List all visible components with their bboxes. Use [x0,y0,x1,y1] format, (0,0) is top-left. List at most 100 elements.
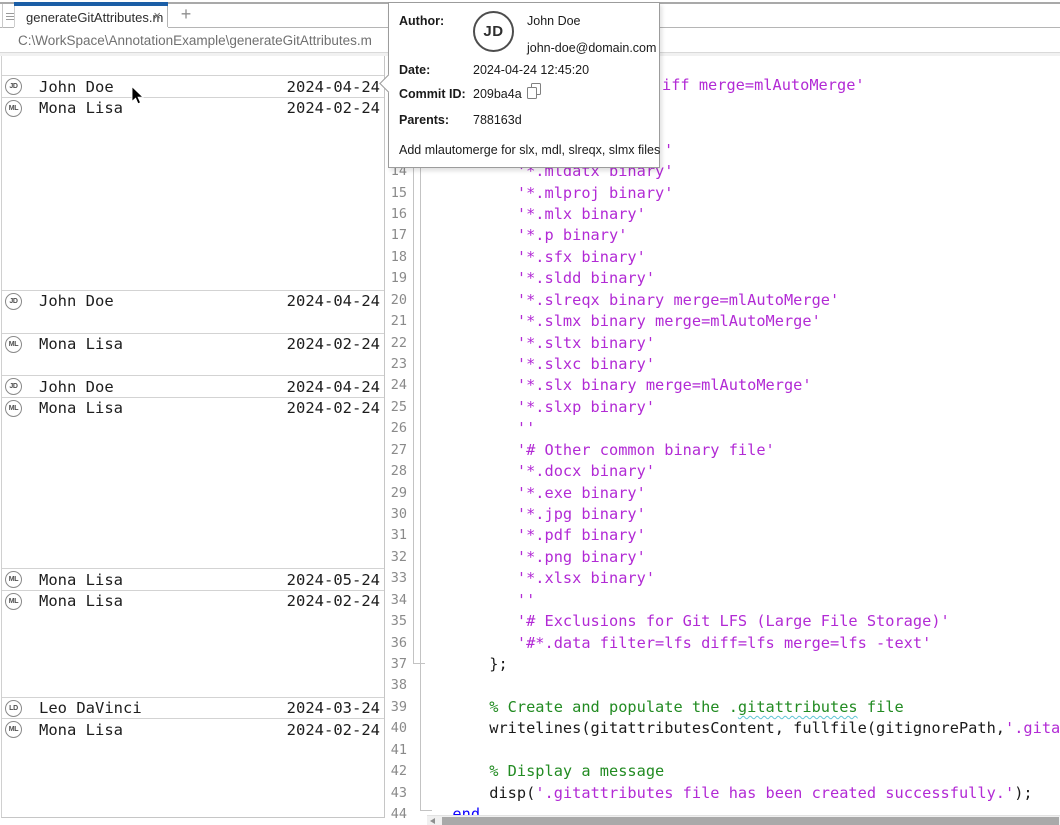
blame-row[interactable]: MLMona Lisa2024-05-24 [2,568,384,590]
code-line[interactable]: '*.slreqx binary merge=mlAutoMerge' [434,290,839,311]
blame-commit-date: 2024-05-24 [287,571,380,589]
line-number[interactable]: 25 [386,397,407,418]
blame-commit-date: 2024-02-24 [287,721,380,739]
code-line[interactable]: % Create and populate the .gitattributes… [434,697,904,718]
copy-commit-id-icon[interactable] [527,83,542,99]
blame-row[interactable]: JDJohn Doe2024-04-24 [2,375,384,397]
blame-row[interactable]: JDJohn Doe2024-04-24 [2,290,384,312]
commit-id-value: 209ba4a [473,87,522,101]
line-number[interactable]: 34 [386,590,407,611]
code-line[interactable]: '*.sfx binary' [434,247,646,268]
blame-author-name: Mona Lisa [39,399,123,417]
line-number[interactable]: 19 [386,268,407,289]
commit-id-label: Commit ID: [399,87,466,101]
line-number[interactable]: 39 [386,697,407,718]
code-line[interactable]: '*.slxc binary' [434,354,655,375]
line-number[interactable]: 35 [386,611,407,632]
line-number[interactable]: 28 [386,461,407,482]
blame-row[interactable]: MLMona Lisa2024-02-24 [2,397,384,419]
code-segment: '*.sfx binary' [434,248,646,266]
code-line[interactable]: '*.docx binary' [434,461,655,482]
code-line[interactable]: }; [434,654,508,675]
line-number[interactable]: 36 [386,633,407,654]
line-number[interactable]: 31 [386,525,407,546]
new-tab-button[interactable]: + [175,5,197,25]
code-line[interactable]: '*.sltx binary' [434,333,655,354]
code-line[interactable]: % Display a message [434,761,664,782]
blame-row[interactable]: JDJohn Doe2024-04-24 [2,75,384,97]
code-line[interactable]: '*.mlx binary' [434,204,646,225]
scrollbar-thumb[interactable] [442,817,1059,825]
line-number[interactable]: 20 [386,290,407,311]
line-number[interactable]: 18 [386,247,407,268]
code-line[interactable]: '' [434,418,535,439]
blame-row[interactable]: LDLeo DaVinci2024-03-24 [2,697,384,719]
line-number[interactable]: 44 [386,804,407,825]
code-line[interactable]: '*.p binary' [434,225,627,246]
code-line[interactable]: writelines(gitattributesContent, fullfil… [434,718,1060,739]
line-number[interactable]: 37 [386,654,407,675]
code-line[interactable]: '# Exclusions for Git LFS (Large File St… [434,611,950,632]
blame-row[interactable]: MLMona Lisa2024-02-24 [2,590,384,612]
code-line[interactable]: '*.slx binary merge=mlAutoMerge' [434,375,812,396]
line-number[interactable]: 17 [386,225,407,246]
code-segment: '.gitattributes' [1005,719,1060,737]
author-avatar-small: ML [5,593,22,610]
horizontal-scrollbar[interactable] [427,815,1060,825]
author-avatar-small: LD [5,700,22,717]
blame-commit-date: 2024-02-24 [287,399,380,417]
line-number[interactable]: 23 [386,354,407,375]
scroll-left-arrow-icon[interactable] [430,818,435,824]
blame-author-name: Mona Lisa [39,592,123,610]
blame-commit-date: 2024-04-24 [287,78,380,96]
code-line[interactable]: disp('.gitattributes file has been creat… [434,783,1033,804]
code-line[interactable]: '*.sldd binary' [434,268,655,289]
author-avatar-small: ML [5,721,22,738]
code-line[interactable]: '*.exe binary' [434,483,646,504]
code-line[interactable]: '*.png binary' [434,547,646,568]
line-number[interactable]: 43 [386,783,407,804]
author-avatar-small: ML [5,571,22,588]
parents-label: Parents: [399,113,449,127]
line-number[interactable]: 38 [386,675,407,696]
code-line[interactable]: '*.pdf binary' [434,525,646,546]
line-number[interactable]: 42 [386,761,407,782]
code-segment: }; [434,655,508,673]
code-segment: '' [434,419,535,437]
author-avatar-small: JD [5,378,22,395]
line-number[interactable]: 30 [386,504,407,525]
tab-close-icon[interactable]: × [153,9,161,23]
drag-grip-icon[interactable] [6,11,14,21]
line-number[interactable]: 41 [386,740,407,761]
line-number[interactable]: 16 [386,204,407,225]
code-segment: '*.pdf binary' [434,526,646,544]
line-number[interactable]: 27 [386,440,407,461]
line-number[interactable]: 32 [386,547,407,568]
line-number[interactable]: 15 [386,183,407,204]
code-line[interactable]: '*.slxp binary' [434,397,655,418]
tab-label: generateGitAttributes.m [26,10,163,25]
code-line[interactable]: '' [434,590,535,611]
line-number[interactable]: 40 [386,718,407,739]
code-line[interactable]: '*.jpg binary' [434,504,646,525]
code-line[interactable]: '#*.data filter=lfs diff=lfs merge=lfs -… [434,633,931,654]
line-number[interactable]: 22 [386,333,407,354]
line-number[interactable]: 26 [386,418,407,439]
code-segment: disp( [434,784,535,802]
code-line[interactable]: '*.mlproj binary' [434,183,673,204]
code-line[interactable]: '*.slmx binary merge=mlAutoMerge' [434,311,821,332]
line-number[interactable]: 24 [386,375,407,396]
code-fold-corner-inner [413,663,425,664]
blame-row[interactable]: MLMona Lisa2024-02-24 [2,97,384,119]
line-number[interactable]: 33 [386,568,407,589]
tab-generateGitAttributes[interactable]: generateGitAttributes.m × [14,2,168,28]
line-number[interactable]: 21 [386,311,407,332]
line-number[interactable]: 29 [386,483,407,504]
blame-row[interactable]: MLMona Lisa2024-02-24 [2,333,384,355]
code-fold-line-outer[interactable] [420,56,421,811]
blame-row[interactable]: MLMona Lisa2024-02-24 [2,718,384,740]
blame-author-name: John Doe [39,78,114,96]
code-line[interactable]: '*.xlsx binary' [434,568,655,589]
code-fold-corner-outer[interactable] [420,810,432,811]
code-line[interactable]: '# Other common binary file' [434,440,775,461]
